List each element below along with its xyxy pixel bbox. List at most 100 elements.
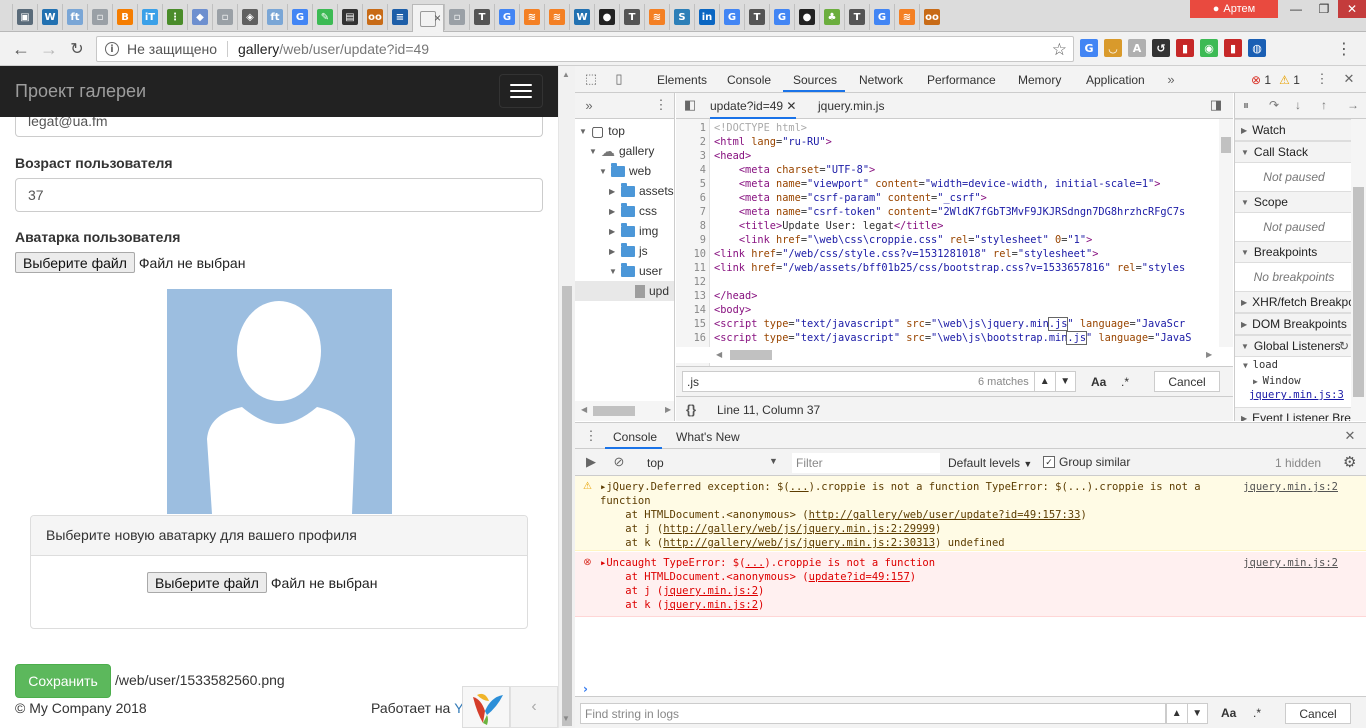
match-case-button[interactable]: Aa xyxy=(1091,375,1106,389)
code-editor[interactable]: 1 <!DOCTYPE html> 2 <html lang="ru-RU"> 3 <he… xyxy=(676,119,1233,367)
section-dom-breakpoints[interactable]: ▶ DOM Breakpoints xyxy=(1235,313,1353,335)
editor-tab[interactable]: jquery.min.js xyxy=(818,99,884,113)
expanded-triangle-icon[interactable]: ▼ xyxy=(589,147,597,156)
message-source-link[interactable]: jquery.min.js:2 xyxy=(1243,556,1338,570)
regex-button[interactable]: .* xyxy=(1121,375,1129,389)
browser-tab[interactable]: G xyxy=(719,4,744,30)
tree-item-assets[interactable]: ▶ assets xyxy=(609,181,674,201)
close-tab-icon[interactable]: × xyxy=(434,11,441,25)
bookmark-star-icon[interactable]: ☆ xyxy=(1052,40,1067,60)
console-filter-input[interactable]: Filter xyxy=(792,453,940,473)
editor-vscrollbar[interactable] xyxy=(1219,119,1233,347)
tab-console[interactable]: Console xyxy=(727,73,771,87)
inspect-element-icon[interactable]: ⬚ xyxy=(583,71,599,87)
toggle-navigator-icon[interactable]: ◧ xyxy=(682,97,698,113)
more-tabs-icon[interactable]: » xyxy=(1163,71,1179,87)
devtools-close-icon[interactable]: ✕ xyxy=(1341,71,1357,87)
context-select[interactable]: top ▼ xyxy=(647,456,778,470)
navigator-hscrollbar[interactable]: ◀ ▶ xyxy=(575,401,675,421)
navigator-menu-icon[interactable]: ⋮ xyxy=(653,97,669,113)
tab-memory[interactable]: Memory xyxy=(1018,73,1061,87)
tree-item-css[interactable]: ▶ css xyxy=(609,201,657,221)
browser-tab[interactable]: ▣ xyxy=(12,4,37,30)
browser-tab[interactable]: B xyxy=(112,4,137,30)
browser-tab[interactable]: ft xyxy=(262,4,287,30)
address-bar[interactable]: i Не защищено gallery/web/user/update?id… xyxy=(96,36,1074,62)
browser-tab[interactable]: ≋ xyxy=(519,4,544,30)
scroll-down-icon[interactable]: ▼ xyxy=(562,714,570,723)
step-over-icon[interactable]: ↷ xyxy=(1269,98,1279,112)
listener-event[interactable]: ▼ load xyxy=(1243,359,1278,371)
tab-application[interactable]: Application xyxy=(1086,73,1145,87)
search-prev-button[interactable]: ▲ xyxy=(1035,372,1056,391)
devtools-menu-icon[interactable]: ⋮ xyxy=(1314,71,1330,87)
find-cancel-button[interactable]: Cancel xyxy=(1285,703,1351,724)
find-prev-button[interactable]: ▲ xyxy=(1167,704,1188,723)
browser-tab[interactable]: G xyxy=(287,4,312,30)
checkbox-checked-icon[interactable]: ✓ xyxy=(1043,456,1055,468)
bowl-icon[interactable]: ◡ xyxy=(1104,39,1122,57)
browser-tab[interactable]: ▤ xyxy=(337,4,362,30)
message-source-link[interactable]: jquery.min.js:2 xyxy=(1243,480,1338,494)
tree-item-top[interactable]: ▼ ▢ top xyxy=(579,121,625,141)
tree-item-gallery[interactable]: ▼ ☁ gallery xyxy=(589,141,654,161)
reload-button[interactable]: ↻ xyxy=(66,38,88,60)
tree-item-web[interactable]: ▼ web xyxy=(599,161,651,181)
back-button[interactable]: ← xyxy=(10,38,32,60)
listener-source-link[interactable]: jquery.min.js:3 xyxy=(1249,389,1344,401)
console-settings-icon[interactable]: ⚙ xyxy=(1343,453,1356,471)
browser-tab[interactable]: ▫ xyxy=(87,4,112,30)
tab-performance[interactable]: Performance xyxy=(927,73,996,87)
collapsed-triangle-icon[interactable]: ▶ xyxy=(609,207,617,216)
browser-tab[interactable]: T xyxy=(469,4,494,30)
section-xhr-fetch-breakpoints[interactable]: ▶ XHR/fetch Breakpoints xyxy=(1235,291,1353,313)
search-next-button[interactable]: ▼ xyxy=(1056,372,1076,391)
refresh-ext-icon[interactable]: ↺ xyxy=(1152,39,1170,57)
tab-sources[interactable]: Sources xyxy=(793,73,837,87)
browser-menu-icon[interactable]: ⋮ xyxy=(1336,39,1352,59)
expanded-triangle-icon[interactable]: ▼ xyxy=(579,127,587,136)
profile-button[interactable]: ● Артем xyxy=(1190,0,1278,18)
panel-choose-file-button[interactable]: Выберите файл xyxy=(147,572,267,593)
issues-counter[interactable]: ⊗ 1 ⚠ 1 xyxy=(1251,73,1300,87)
tab-elements[interactable]: Elements xyxy=(657,73,707,87)
tab-network[interactable]: Network xyxy=(859,73,903,87)
globe-icon[interactable]: ◍ xyxy=(1248,39,1266,57)
console-error-message[interactable]: ⊗ ▸Uncaught TypeError: $(...).croppie is … xyxy=(575,552,1366,617)
window-close-button[interactable]: ✕ xyxy=(1338,0,1366,18)
browser-tab[interactable]: W xyxy=(569,4,594,30)
browser-tab[interactable]: T xyxy=(619,4,644,30)
choose-file-button[interactable]: Выберите файл xyxy=(15,252,135,273)
step-icon[interactable]: → xyxy=(1347,98,1359,112)
translate-icon[interactable]: G xyxy=(1080,39,1098,57)
group-similar-toggle[interactable]: ✓ Group similar xyxy=(1043,455,1130,469)
collapsed-triangle-icon[interactable]: ▶ xyxy=(609,227,617,236)
age-field[interactable]: 37 xyxy=(15,178,543,212)
browser-tab[interactable]: in xyxy=(694,4,719,30)
section-scope[interactable]: ▼ Scope xyxy=(1235,191,1353,213)
more-navigator-icon[interactable]: » xyxy=(581,97,597,113)
browser-tab[interactable]: ● xyxy=(594,4,619,30)
scroll-left-icon[interactable]: ◀ xyxy=(581,405,587,414)
navigator-scroll-thumb[interactable] xyxy=(593,406,635,416)
step-out-icon[interactable]: ↑ xyxy=(1321,98,1327,112)
expanded-triangle-icon[interactable]: ▼ xyxy=(609,267,617,276)
section-call-stack[interactable]: ▼ Call Stack xyxy=(1235,141,1353,163)
browser-tab[interactable]: ≋ xyxy=(894,4,919,30)
editor-tab-active[interactable]: update?id=49 ✕ xyxy=(710,99,797,119)
pretty-print-icon[interactable]: {} xyxy=(686,402,696,417)
browser-tab[interactable]: ● xyxy=(794,4,819,30)
find-match-case-button[interactable]: Aa xyxy=(1221,706,1236,720)
toggle-debugger-icon[interactable]: ◨ xyxy=(1208,97,1224,113)
browser-tab-active[interactable]: × xyxy=(412,4,444,32)
section-watch[interactable]: ▶ Watch xyxy=(1235,119,1353,141)
tree-item-js[interactable]: ▶ js xyxy=(609,241,648,261)
console-sidebar-icon[interactable]: ▶ xyxy=(583,454,599,470)
browser-tab[interactable]: ✎ xyxy=(312,4,337,30)
find-in-logs-input[interactable]: Find string in logs xyxy=(580,703,1166,724)
browser-tab[interactable]: T xyxy=(844,4,869,30)
browser-tab[interactable]: G xyxy=(494,4,519,30)
pdf-icon[interactable]: A xyxy=(1128,39,1146,57)
browser-tab[interactable]: oo xyxy=(919,4,944,30)
page-scroll-thumb[interactable] xyxy=(562,286,572,726)
